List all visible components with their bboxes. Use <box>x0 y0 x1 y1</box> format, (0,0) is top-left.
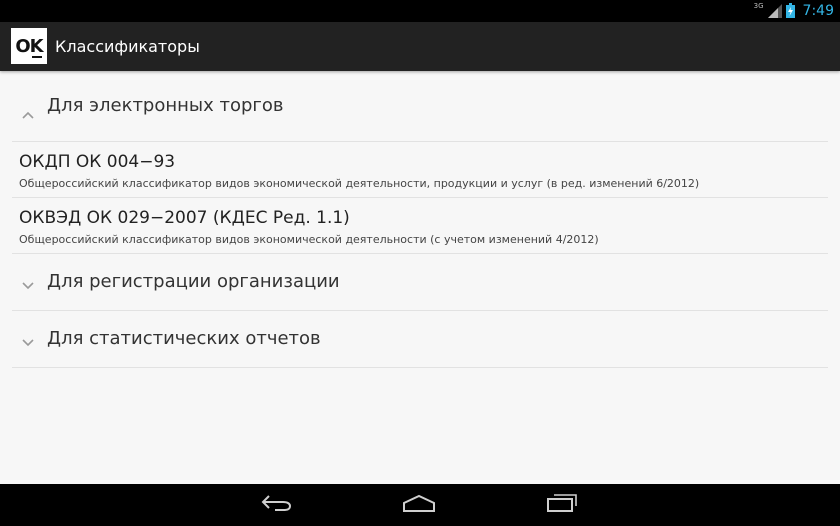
back-icon <box>261 494 293 516</box>
group-header-electronic-trading[interactable]: Для электронных торгов <box>12 71 828 142</box>
item-subtitle: Общероссийский классификатор видов эконо… <box>19 233 599 246</box>
chevron-down-icon <box>22 333 34 347</box>
list-item-okved[interactable]: ОКВЭД ОК 029−2007 (КДЕС Ред. 1.1) Общеро… <box>12 198 828 254</box>
app-logo-underline <box>32 56 42 58</box>
status-indicators: 3G 7:49 <box>754 0 834 22</box>
status-bar: 3G 7:49 <box>0 0 840 22</box>
app-logo-text: OK <box>15 35 43 57</box>
home-button[interactable] <box>384 484 454 526</box>
status-clock: 7:49 <box>802 3 834 19</box>
recent-apps-button[interactable] <box>527 484 597 526</box>
battery-icon <box>785 2 795 18</box>
item-title: ОКВЭД ОК 029−2007 (КДЕС Ред. 1.1) <box>19 208 350 228</box>
list-item-okdp[interactable]: ОКДП ОК 004−93 Общероссийский классифика… <box>12 142 828 198</box>
back-button[interactable] <box>242 484 312 526</box>
recent-apps-icon <box>546 494 578 516</box>
group-label: Для электронных торгов <box>47 95 284 116</box>
chevron-down-icon <box>22 276 34 290</box>
app-logo-icon[interactable]: OK <box>11 28 47 64</box>
chevron-up-icon <box>22 107 34 119</box>
group-label: Для статистических отчетов <box>47 328 321 349</box>
item-title: ОКДП ОК 004−93 <box>19 152 176 172</box>
item-subtitle: Общероссийский классификатор видов эконо… <box>19 177 700 190</box>
classifier-list: Для электронных торгов ОКДП ОК 004−93 Об… <box>0 71 840 368</box>
signal-icon <box>767 3 782 18</box>
group-label: Для регистрации организации <box>47 271 340 292</box>
network-type-label: 3G <box>753 2 764 10</box>
home-icon <box>402 494 436 516</box>
navigation-bar <box>0 484 840 526</box>
group-header-organization-registration[interactable]: Для регистрации организации <box>12 254 828 311</box>
group-header-statistical-reports[interactable]: Для статистических отчетов <box>12 311 828 368</box>
